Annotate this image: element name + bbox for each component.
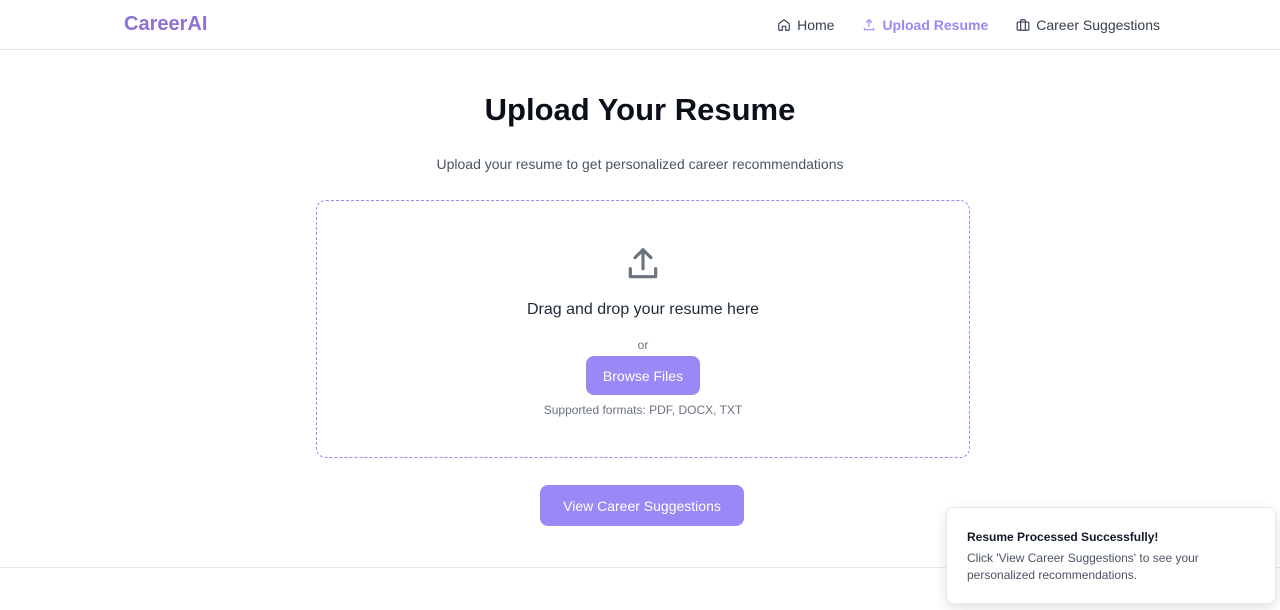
nav-upload-resume[interactable]: Upload Resume [862, 17, 988, 33]
nav-career-label: Career Suggestions [1036, 16, 1160, 33]
view-career-suggestions-button[interactable]: View Career Suggestions [540, 485, 744, 526]
top-nav: CareerAI Home Upload Resume Career Sugge… [0, 0, 1280, 50]
page-subtitle: Upload your resume to get personalized c… [436, 156, 844, 172]
briefcase-icon [1016, 18, 1030, 31]
browse-files-button[interactable]: Browse Files [586, 356, 700, 395]
page-title: Upload Your Resume [484, 92, 796, 127]
toast-title: Resume Processed Successfully! [967, 530, 1159, 544]
toast-description: Click 'View Career Suggestions' to see y… [967, 551, 1199, 582]
or-separator: or [637, 338, 649, 352]
upload-icon [628, 248, 658, 279]
brand-logo[interactable]: CareerAI [124, 13, 207, 36]
supported-formats: Supported formats: PDF, DOCX, TXT [543, 403, 743, 417]
home-icon [778, 18, 790, 31]
nav-upload-label: Upload Resume [882, 16, 989, 33]
nav-home[interactable]: Home [777, 17, 834, 33]
nav-career-suggestions[interactable]: Career Suggestions [1016, 17, 1160, 33]
upload-icon [864, 18, 875, 30]
success-toast[interactable]: Resume Processed Successfully! Click 'Vi… [946, 507, 1276, 604]
nav-home-label: Home [797, 16, 835, 33]
resume-dropzone[interactable]: Drag and drop your resume here or Browse… [316, 200, 970, 458]
dropzone-text: Drag and drop your resume here [526, 301, 760, 318]
